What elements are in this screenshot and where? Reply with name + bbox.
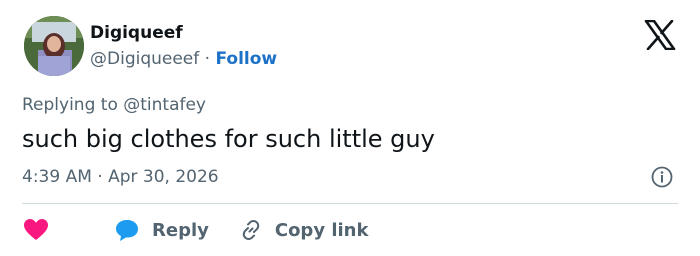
copy-link-label: Copy link (274, 219, 369, 241)
tweet-meta: 4:39 AM · Apr 30, 2026 (22, 166, 219, 188)
reply-button[interactable]: Reply (114, 218, 209, 242)
divider (22, 203, 678, 204)
avatar-image (24, 16, 84, 76)
x-logo-icon[interactable] (644, 19, 676, 51)
link-icon (242, 219, 260, 241)
follow-button[interactable]: Follow (215, 49, 277, 69)
meta-separator: · (97, 167, 103, 187)
reply-context[interactable]: Replying to @tintafey (22, 94, 206, 116)
tweet-text: such big clothes for such little guy (22, 125, 435, 153)
speech-bubble-icon (116, 220, 138, 241)
copy-link-button[interactable]: Copy link (239, 218, 369, 242)
handle-separator: · (204, 49, 211, 69)
author-handle-line: @Digiqueeef · Follow (90, 48, 277, 70)
author-name[interactable]: Digiqueef (90, 22, 183, 44)
tweet-date[interactable]: Apr 30, 2026 (108, 167, 219, 187)
reply-label: Reply (152, 219, 209, 241)
info-icon[interactable] (651, 166, 673, 188)
tweet-time[interactable]: 4:39 AM (22, 167, 92, 187)
author-handle[interactable]: @Digiqueeef (90, 49, 199, 69)
heart-icon (24, 219, 48, 240)
like-button[interactable] (22, 217, 50, 243)
action-bar: Reply Copy link (22, 216, 368, 244)
avatar[interactable] (24, 16, 84, 76)
